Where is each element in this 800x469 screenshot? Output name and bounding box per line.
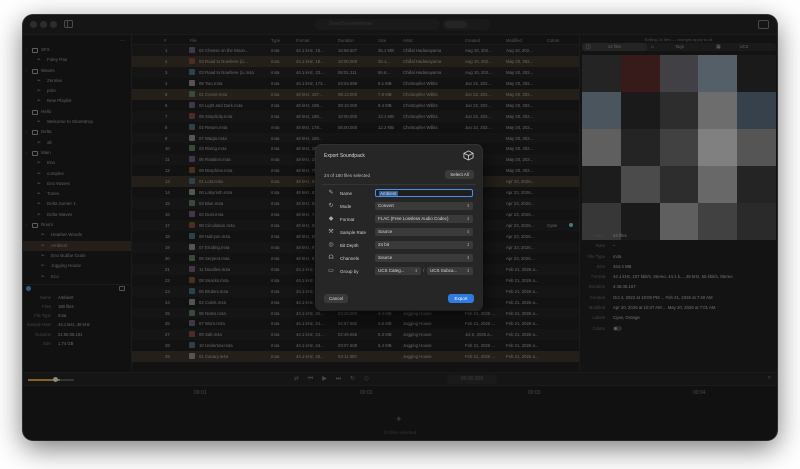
export-dialog: Export Soundpack 24 of 180 files selecte… <box>316 145 482 310</box>
select-value: Convert <box>378 203 394 208</box>
field-label: Group by <box>340 269 359 274</box>
field-label: Sample Rate <box>340 230 367 235</box>
package-icon <box>463 150 474 161</box>
sample-rate-select[interactable]: Source ⇕ <box>375 228 473 236</box>
channels-icon: ☊ <box>328 255 334 261</box>
export-field-row: ◎ Bit Depth 24 bit ⇕ <box>316 240 482 251</box>
export-field-row: ▭ Group by UCS Categ... ⇕ / UCS Subca... ⇕ <box>316 266 482 277</box>
format-icon: ◆ <box>328 216 334 222</box>
separator: / <box>423 268 425 274</box>
export-field-row: ☊ Channels Source ⇕ <box>316 253 482 264</box>
select-value: 24 bit <box>378 242 390 247</box>
field-label: Name <box>340 191 353 196</box>
chevron-updown-icon: ⇕ <box>466 268 470 273</box>
chevron-updown-icon: ⇕ <box>466 203 470 208</box>
channels-select[interactable]: Source ⇕ <box>375 254 473 262</box>
refresh-icon: ↻ <box>328 203 334 209</box>
export-field-row: ✎ Name Ambient <box>316 188 482 199</box>
field-label: Format <box>340 217 355 222</box>
divider <box>322 184 476 185</box>
select-all-button[interactable]: Select All <box>445 170 474 179</box>
bit-depth-select[interactable]: 24 bit ⇕ <box>375 241 473 249</box>
group-by-select[interactable]: UCS Categ... ⇕ <box>375 267 421 275</box>
group-by-sub-select[interactable]: UCS Subca... ⇕ <box>427 267 473 275</box>
select-value: Source <box>378 255 393 260</box>
name-input[interactable]: Ambient <box>375 189 473 197</box>
mode-select[interactable]: Convert ⇕ <box>375 202 473 210</box>
wrench-icon: ⚒ <box>328 229 334 235</box>
export-button[interactable]: Export <box>448 294 474 303</box>
export-field-row: ⚒ Sample Rate Source ⇕ <box>316 227 482 238</box>
cancel-button[interactable]: Cancel <box>324 294 348 303</box>
export-field-row: ↻ Mode Convert ⇕ <box>316 201 482 212</box>
chevron-updown-icon: ⇕ <box>466 216 470 221</box>
format-select[interactable]: FLAC (Free Lossless Audio Codec) ⇕ <box>375 215 473 223</box>
dialog-title: Export Soundpack <box>324 153 365 159</box>
name-input-value: Ambient <box>379 191 398 196</box>
select-value: UCS Categ... <box>378 268 405 273</box>
field-label: Mode <box>340 204 352 209</box>
select-value: Source <box>378 229 393 234</box>
depth-icon: ◎ <box>328 242 334 248</box>
pencil-icon: ✎ <box>328 190 334 196</box>
chevron-updown-icon: ⇕ <box>466 255 470 260</box>
field-label: Bit Depth <box>340 243 359 248</box>
chevron-updown-icon: ⇕ <box>466 242 470 247</box>
field-label: Channels <box>340 256 360 261</box>
select-value: FLAC (Free Lossless Audio Codec) <box>378 216 449 221</box>
export-field-row: ◆ Format FLAC (Free Lossless Audio Codec) ⇕ <box>316 214 482 225</box>
chevron-updown-icon: ⇕ <box>466 229 470 234</box>
select-value: UCS Subca... <box>430 268 458 273</box>
chevron-updown-icon: ⇕ <box>414 268 418 273</box>
folder-icon: ▭ <box>328 268 334 274</box>
selection-count: 24 of 180 files selected <box>324 173 371 178</box>
app-window: Search everywhere ... › SFX ⌁ Foley Pan › Wav… <box>23 15 777 440</box>
